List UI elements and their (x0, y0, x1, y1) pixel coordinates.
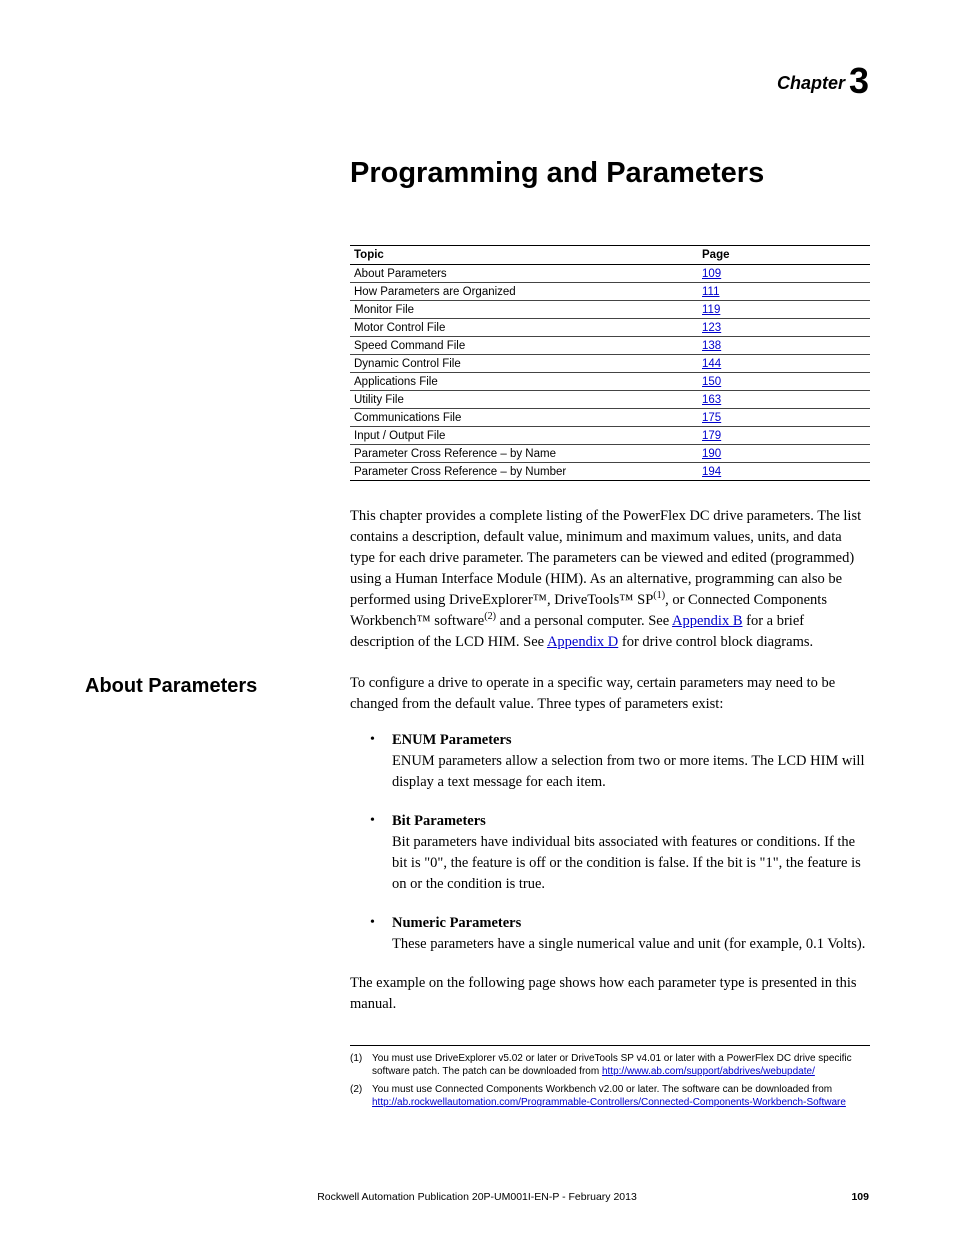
th-page: Page (698, 246, 870, 265)
list-item: Numeric Parameters These parameters have… (350, 913, 870, 955)
page-link[interactable]: 175 (702, 412, 721, 424)
param-title: Numeric Parameters (392, 915, 521, 931)
topic-cell: About Parameters (350, 265, 698, 283)
param-body: These parameters have a single numerical… (392, 936, 865, 952)
table-row: Motor Control File 123 (350, 319, 870, 337)
table-row: Input / Output File 179 (350, 427, 870, 445)
topic-cell: Applications File (350, 373, 698, 391)
page-title: Programming and Parameters (350, 157, 869, 190)
table-row: Dynamic Control File 144 (350, 355, 870, 373)
intro-paragraph: This chapter provides a complete listing… (350, 506, 870, 653)
page-link[interactable]: 111 (702, 286, 719, 298)
table-row: Utility File 163 (350, 391, 870, 409)
page-number: 109 (851, 1191, 869, 1203)
page-link[interactable]: 179 (702, 430, 721, 442)
topic-cell: Input / Output File (350, 427, 698, 445)
footnotes: (1) You must use DriveExplorer v5.02 or … (350, 1045, 870, 1110)
footnote-link[interactable]: http://www.ab.com/support/abdrives/webup… (602, 1066, 815, 1077)
chapter-number: 3 (849, 60, 869, 101)
param-title: Bit Parameters (392, 813, 486, 829)
section-heading: About Parameters (85, 673, 350, 715)
page-link[interactable]: 123 (702, 322, 721, 334)
table-row: Communications File 175 (350, 409, 870, 427)
table-row: About Parameters 109 (350, 265, 870, 283)
page-link[interactable]: 109 (702, 268, 721, 280)
intro-text: and a personal computer. See (496, 613, 672, 629)
publication-info: Rockwell Automation Publication 20P-UM00… (85, 1191, 869, 1203)
param-title: ENUM Parameters (392, 732, 512, 748)
table-row: How Parameters are Organized 111 (350, 283, 870, 301)
topic-cell: Speed Command File (350, 337, 698, 355)
appendix-d-link[interactable]: Appendix D (547, 634, 618, 650)
list-item: ENUM Parameters ENUM parameters allow a … (350, 730, 870, 793)
footnote-ref-2: (2) (484, 611, 496, 622)
table-row: Monitor File 119 (350, 301, 870, 319)
footnote-1: (1) You must use DriveExplorer v5.02 or … (350, 1052, 870, 1079)
footnote-num: (1) (350, 1052, 372, 1079)
topic-table: Topic Page About Parameters 109 How Param… (350, 245, 870, 481)
chapter-label: Chapter (777, 73, 845, 93)
footnote-num: (2) (350, 1083, 372, 1110)
section-body: To configure a drive to operate in a spe… (350, 673, 869, 715)
topic-cell: Parameter Cross Reference – by Name (350, 445, 698, 463)
param-body: ENUM parameters allow a selection from t… (392, 753, 864, 790)
example-paragraph: The example on the following page shows … (350, 973, 870, 1015)
footnote-link[interactable]: http://ab.rockwellautomation.com/Program… (372, 1097, 846, 1108)
page-link[interactable]: 190 (702, 448, 721, 460)
chapter-header: Chapter3 (85, 60, 869, 102)
topic-cell: Motor Control File (350, 319, 698, 337)
intro-text: for drive control block diagrams. (618, 634, 813, 650)
page-link[interactable]: 194 (702, 466, 721, 478)
page-link[interactable]: 138 (702, 340, 721, 352)
page-link[interactable]: 144 (702, 358, 721, 370)
appendix-b-link[interactable]: Appendix B (672, 613, 742, 629)
param-body: Bit parameters have individual bits asso… (392, 834, 861, 892)
page-footer: Rockwell Automation Publication 20P-UM00… (85, 1191, 869, 1203)
table-row: Parameter Cross Reference – by Number 194 (350, 463, 870, 481)
footnote-ref-1: (1) (653, 590, 665, 601)
topic-cell: Communications File (350, 409, 698, 427)
footnote-2: (2) You must use Connected Components Wo… (350, 1083, 870, 1110)
footnote-text: You must use Connected Components Workbe… (372, 1084, 832, 1095)
list-item: Bit Parameters Bit parameters have indiv… (350, 811, 870, 895)
parameter-types-list: ENUM Parameters ENUM parameters allow a … (350, 730, 870, 955)
page-link[interactable]: 150 (702, 376, 721, 388)
page-link[interactable]: 163 (702, 394, 721, 406)
th-topic: Topic (350, 246, 698, 265)
topic-cell: How Parameters are Organized (350, 283, 698, 301)
table-row: Speed Command File 138 (350, 337, 870, 355)
topic-cell: Parameter Cross Reference – by Number (350, 463, 698, 481)
topic-cell: Dynamic Control File (350, 355, 698, 373)
topic-cell: Monitor File (350, 301, 698, 319)
table-row: Applications File 150 (350, 373, 870, 391)
table-row: Parameter Cross Reference – by Name 190 (350, 445, 870, 463)
topic-cell: Utility File (350, 391, 698, 409)
page-link[interactable]: 119 (702, 304, 720, 316)
